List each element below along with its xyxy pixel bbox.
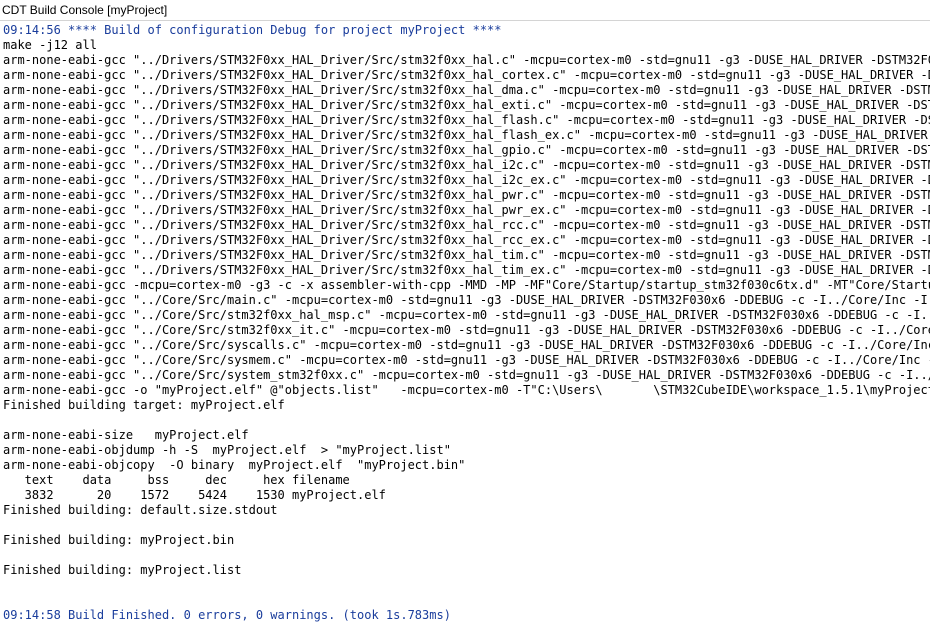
console-title: CDT Build Console [myProject] [2,3,168,17]
console-status-line: 09:14:56 **** Build of configuration Deb… [3,23,502,37]
console-line: arm-none-eabi-gcc "../Drivers/STM32F0xx_… [3,128,930,142]
console-line: arm-none-eabi-gcc "../Core/Src/sysmem.c"… [3,353,930,367]
console-line: arm-none-eabi-gcc "../Drivers/STM32F0xx_… [3,203,930,217]
console-title-bar: CDT Build Console [myProject] [0,0,930,21]
console-line: arm-none-eabi-gcc "../Drivers/STM32F0xx_… [3,218,930,232]
build-console-output[interactable]: 09:14:56 **** Build of configuration Deb… [0,21,930,639]
console-line: arm-none-eabi-gcc "../Drivers/STM32F0xx_… [3,188,930,202]
console-line: arm-none-eabi-gcc "../Core/Src/stm32f0xx… [3,308,930,322]
console-line: arm-none-eabi-gcc "../Core/Src/system_st… [3,368,930,382]
console-line: arm-none-eabi-gcc "../Core/Src/syscalls.… [3,338,930,352]
console-line: arm-none-eabi-gcc "../Drivers/STM32F0xx_… [3,98,930,112]
console-line: arm-none-eabi-gcc "../Drivers/STM32F0xx_… [3,158,930,172]
console-line: arm-none-eabi-gcc "../Core/Src/main.c" -… [3,293,930,307]
console-lines: 09:14:56 **** Build of configuration Deb… [3,23,930,623]
console-line: arm-none-eabi-gcc "../Drivers/STM32F0xx_… [3,83,930,97]
console-line: arm-none-eabi-gcc "../Core/Src/stm32f0xx… [3,323,930,337]
console-status-line: 09:14:58 Build Finished. 0 errors, 0 war… [3,608,451,622]
console-line: arm-none-eabi-gcc "../Drivers/STM32F0xx_… [3,143,930,157]
console-line: arm-none-eabi-gcc "../Drivers/STM32F0xx_… [3,248,930,262]
console-line: Finished building: myProject.bin [3,533,235,547]
console-line: make -j12 all [3,38,97,52]
console-line: arm-none-eabi-objcopy -O binary myProjec… [3,458,466,472]
console-line: Finished building: myProject.list [3,563,242,577]
console-line: arm-none-eabi-gcc "../Drivers/STM32F0xx_… [3,263,930,277]
console-line: arm-none-eabi-gcc "../Drivers/STM32F0xx_… [3,53,930,67]
console-line: arm-none-eabi-gcc "../Drivers/STM32F0xx_… [3,113,930,127]
console-line: arm-none-eabi-gcc -mcpu=cortex-m0 -g3 -c… [3,278,930,292]
console-line: text data bss dec hex filename [3,473,350,487]
console-line: arm-none-eabi-gcc "../Drivers/STM32F0xx_… [3,68,930,82]
console-line: arm-none-eabi-gcc "../Drivers/STM32F0xx_… [3,173,930,187]
console-line: arm-none-eabi-gcc -o "myProject.elf" @"o… [3,383,930,397]
console-line: 3832 20 1572 5424 1530 myProject.elf [3,488,386,502]
console-line: arm-none-eabi-size myProject.elf [3,428,249,442]
console-line: arm-none-eabi-objdump -h -S myProject.el… [3,443,451,457]
console-line: arm-none-eabi-gcc "../Drivers/STM32F0xx_… [3,233,930,247]
console-line: Finished building target: myProject.elf [3,398,285,412]
console-line: Finished building: default.size.stdout [3,503,278,517]
